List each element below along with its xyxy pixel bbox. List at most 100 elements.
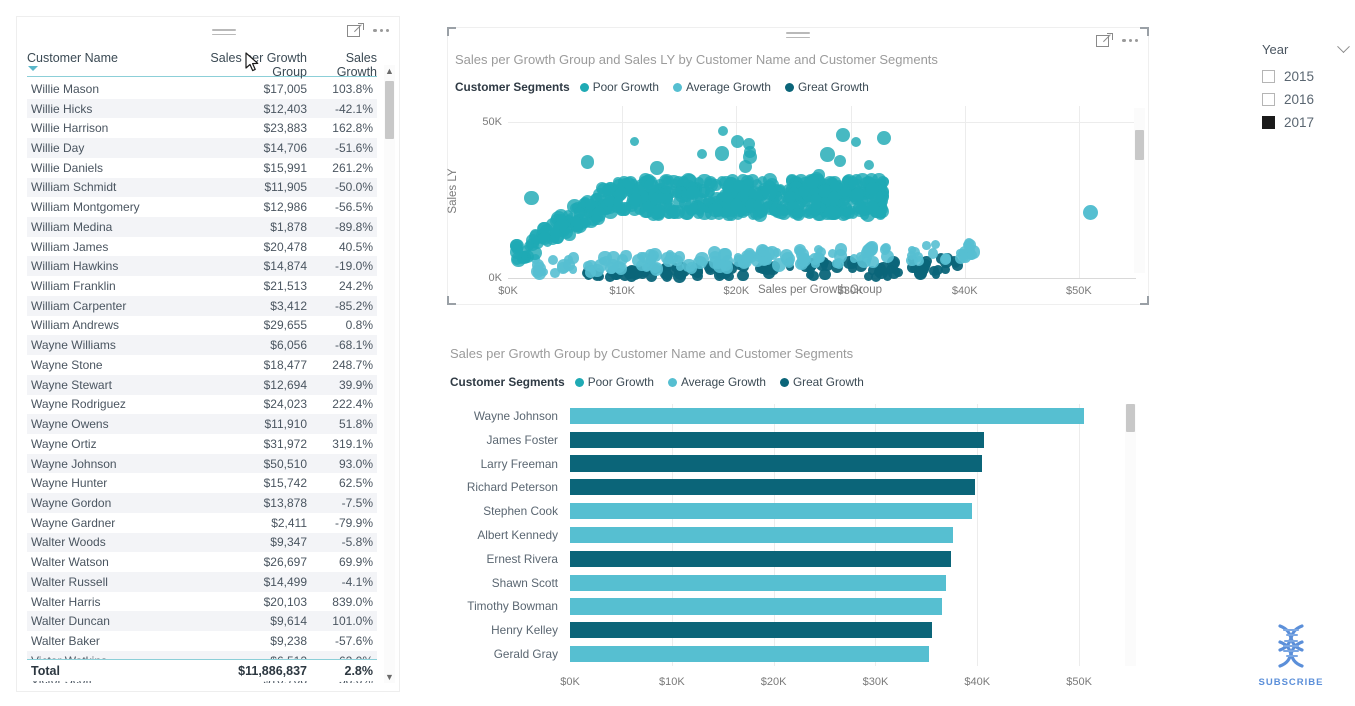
- scatter-point[interactable]: [864, 159, 875, 170]
- bar[interactable]: [570, 550, 951, 567]
- scatter-point[interactable]: [848, 176, 859, 187]
- scatter-point[interactable]: [568, 265, 578, 274]
- scroll-thumb[interactable]: [1126, 404, 1135, 432]
- scatter-point[interactable]: [555, 214, 566, 225]
- scatter-point[interactable]: [768, 205, 779, 216]
- scatter-point[interactable]: [630, 137, 640, 147]
- scatter-point[interactable]: [743, 150, 757, 165]
- table-row[interactable]: Wayne Rodriguez $24,023 222.4%: [27, 395, 377, 415]
- scatter-point[interactable]: [643, 178, 659, 194]
- scatter-point[interactable]: [638, 252, 650, 263]
- scatter-point[interactable]: [963, 239, 976, 251]
- scatter-point[interactable]: [966, 249, 977, 260]
- scatter-point[interactable]: [547, 254, 558, 266]
- scatter-point[interactable]: [835, 127, 851, 143]
- table-row[interactable]: Willie Day $14,706 -51.6%: [27, 138, 377, 158]
- bar-category-label[interactable]: Richard Peterson: [418, 480, 558, 494]
- slicer-item-2016[interactable]: 2016: [1262, 88, 1348, 111]
- table-row[interactable]: Wayne Gordon $13,878 -7.5%: [27, 493, 377, 513]
- table-row[interactable]: Wayne Stewart $12,694 39.9%: [27, 374, 377, 395]
- scatter-point[interactable]: [717, 125, 729, 136]
- scatter-point[interactable]: [811, 199, 822, 210]
- table-row[interactable]: Wayne Hunter $15,742 62.5%: [27, 473, 377, 493]
- scatter-legend[interactable]: Customer Segments Poor Growth Average Gro…: [455, 80, 877, 94]
- bar-legend-item[interactable]: Great Growth: [780, 375, 864, 389]
- scatter-point[interactable]: [580, 154, 595, 169]
- bar-plot-area[interactable]: $0K $10K $20K $30K $40K $50K Wayne Johnson Jame…: [467, 404, 1130, 688]
- scatter-point[interactable]: [685, 262, 698, 274]
- table-row[interactable]: William Medina $1,878 -89.8%: [27, 217, 377, 237]
- scatter-point[interactable]: [828, 190, 841, 203]
- scatter-point[interactable]: [707, 202, 723, 218]
- slicer-item-2015[interactable]: 2015: [1262, 65, 1348, 88]
- table-row[interactable]: Wayne Johnson $50,510 93.0%: [27, 453, 377, 474]
- scatter-point[interactable]: [824, 205, 838, 220]
- column-header-growth[interactable]: Sales Growth: [307, 51, 377, 79]
- scatter-point[interactable]: [762, 185, 777, 200]
- more-options-icon[interactable]: [1122, 33, 1138, 48]
- scatter-point[interactable]: [922, 240, 931, 250]
- scatter-drag-handle[interactable]: [786, 32, 810, 40]
- checkbox-icon[interactable]: [1262, 93, 1275, 106]
- table-row[interactable]: Wayne Owens $11,910 51.8%: [27, 414, 377, 434]
- table-row[interactable]: Willie Daniels $15,991 261.2%: [27, 158, 377, 178]
- scatter-legend-item[interactable]: Average Growth: [672, 80, 771, 94]
- scatter-point[interactable]: [729, 199, 743, 213]
- table-row[interactable]: William Montgomery $12,986 -56.5%: [27, 197, 377, 217]
- bar-chart-visual[interactable]: Sales per Growth Group by Customer Name …: [447, 338, 1149, 696]
- scatter-point[interactable]: [819, 147, 835, 162]
- table-row[interactable]: Wayne Ortiz $31,972 319.1%: [27, 434, 377, 454]
- scroll-up-icon[interactable]: ▲: [384, 65, 395, 77]
- year-slicer-header[interactable]: Year: [1262, 40, 1350, 57]
- scatter-point[interactable]: [533, 261, 546, 275]
- bar-category-label[interactable]: Albert Kennedy: [418, 528, 558, 542]
- bar[interactable]: [570, 503, 973, 520]
- table-row[interactable]: Walter Baker $9,238 -57.6%: [27, 631, 377, 651]
- scatter-point[interactable]: [748, 186, 762, 199]
- chevron-down-icon[interactable]: [1337, 40, 1350, 54]
- table-row[interactable]: Willie Harrison $23,883 162.8%: [27, 118, 377, 138]
- bar-category-label[interactable]: Shawn Scott: [418, 576, 558, 590]
- scatter-point[interactable]: [617, 253, 629, 266]
- scatter-point[interactable]: [685, 185, 700, 200]
- scatter-point[interactable]: [744, 248, 755, 260]
- table-row[interactable]: Walter Harris $20,103 839.0%: [27, 592, 377, 612]
- scatter-point[interactable]: [765, 246, 779, 260]
- bar-category-label[interactable]: Ernest Rivera: [418, 552, 558, 566]
- scatter-point[interactable]: [876, 130, 891, 145]
- table-row[interactable]: Wayne Gardner $2,411 -79.9%: [27, 513, 377, 533]
- scroll-down-icon[interactable]: ▼: [384, 671, 395, 683]
- bar-vertical-scrollbar[interactable]: [1125, 404, 1136, 666]
- resize-handle-top-right[interactable]: [1140, 27, 1149, 36]
- table-row[interactable]: William Hawkins $14,874 -19.0%: [27, 256, 377, 277]
- table-row[interactable]: Walter Watson $26,697 69.9%: [27, 552, 377, 572]
- scatter-point[interactable]: [567, 252, 579, 264]
- scatter-point[interactable]: [549, 267, 560, 278]
- table-drag-handle[interactable]: [212, 29, 236, 37]
- bar[interactable]: [570, 598, 942, 615]
- scatter-point[interactable]: [684, 199, 699, 214]
- table-row[interactable]: William James $20,478 40.5%: [27, 237, 377, 257]
- scatter-point[interactable]: [658, 174, 674, 189]
- scatter-point[interactable]: [1082, 204, 1098, 220]
- scatter-point[interactable]: [860, 247, 872, 259]
- bar[interactable]: [570, 526, 953, 544]
- scroll-thumb[interactable]: [385, 81, 394, 139]
- bar[interactable]: [570, 645, 930, 663]
- scatter-point[interactable]: [747, 210, 758, 221]
- column-header-customer-name[interactable]: Customer Name: [27, 51, 202, 71]
- resize-handle-bottom-left[interactable]: [447, 296, 456, 305]
- slicer-item-2017[interactable]: 2017: [1262, 111, 1348, 134]
- scatter-point[interactable]: [649, 262, 664, 276]
- scatter-plot-area[interactable]: $0K $10K $20K $30K $40K $50K 0K 50K: [482, 106, 1136, 297]
- scatter-point[interactable]: [850, 137, 861, 148]
- bar-category-label[interactable]: Timothy Bowman: [418, 599, 558, 613]
- scatter-point[interactable]: [714, 146, 730, 161]
- scatter-point[interactable]: [696, 148, 707, 159]
- scatter-point[interactable]: [808, 270, 819, 282]
- table-vertical-scrollbar[interactable]: ▲ ▼: [384, 65, 395, 683]
- scatter-point[interactable]: [840, 187, 850, 197]
- table-row[interactable]: William Schmidt $11,905 -50.0%: [27, 177, 377, 198]
- bar-category-label[interactable]: Henry Kelley: [418, 623, 558, 637]
- bar[interactable]: [570, 479, 976, 496]
